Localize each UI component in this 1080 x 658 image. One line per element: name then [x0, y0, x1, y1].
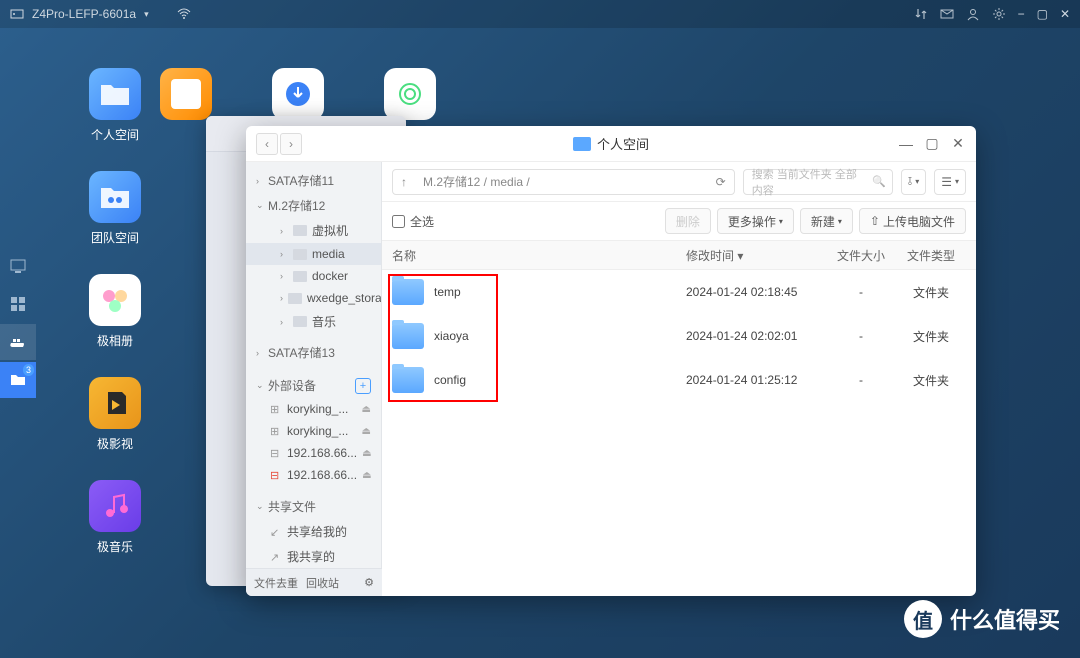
up-button[interactable]: ↑ — [401, 175, 415, 189]
sidebar-item-docker[interactable]: ›docker — [246, 265, 381, 287]
minimize-icon[interactable]: − — [1018, 7, 1025, 21]
watermark-icon: 值 — [904, 600, 942, 638]
topbar: Z4Pro-LEFP-6601a ▾ − ▢ ✕ — [0, 0, 1080, 28]
select-all-checkbox[interactable]: 全选 — [392, 213, 434, 230]
sidebar-item-vm[interactable]: ›虚拟机 — [246, 218, 381, 243]
nas-icon — [10, 7, 24, 21]
nav-forward-button[interactable]: › — [280, 133, 302, 155]
dock-item-apps[interactable] — [0, 286, 36, 322]
desktop-icon-team[interactable]: 团队空间 — [80, 171, 150, 246]
sidebar-sata13[interactable]: ›SATA存储13 — [246, 340, 381, 365]
col-date[interactable]: 修改时间 ▾ — [686, 247, 826, 264]
maximize-icon[interactable]: ▢ — [1037, 7, 1048, 21]
search-input[interactable]: 搜索 当前文件夹 全部内容 — [743, 169, 893, 195]
close-icon[interactable]: ✕ — [1060, 7, 1070, 21]
nav-back-button[interactable]: ‹ — [256, 133, 278, 155]
recycle-button[interactable]: 回收站 — [306, 575, 339, 591]
upload-button[interactable]: ⇧ 上传电脑文件 — [859, 208, 966, 234]
minimize-button[interactable]: — — [898, 136, 914, 152]
user-icon[interactable] — [966, 7, 980, 21]
sort-button[interactable]: ⫱▾ — [901, 169, 926, 195]
desktop-icon-photos[interactable]: 极相册 — [80, 274, 150, 349]
path-bar[interactable]: ↑ M.2存储12 / media / ⟳ — [392, 169, 735, 195]
fm-toolbar: ↑ M.2存储12 / media / ⟳ 搜索 当前文件夹 全部内容 ⫱▾ ☰… — [382, 162, 976, 202]
sidebar-sata11[interactable]: ›SATA存储11 — [246, 168, 381, 193]
sidebar-item-wxedge[interactable]: ›wxedge_storag — [246, 287, 381, 309]
file-row[interactable]: temp 2024-01-24 02:18:45 - 文件夹 — [382, 270, 976, 314]
sidebar-shared-by-me[interactable]: ↗我共享的 — [246, 544, 381, 568]
file-row[interactable]: config 2024-01-24 01:25:12 - 文件夹 — [382, 358, 976, 402]
folder-icon — [392, 367, 424, 393]
sidebar-external[interactable]: ⌄外部设备+ — [246, 373, 381, 398]
sidebar-footer: 文件去重 回收站 ⚙ — [246, 568, 382, 596]
dock-item-desktop[interactable] — [0, 248, 36, 284]
fm-sidebar: ›SATA存储11 ⌄M.2存储12 ›虚拟机 ›media ›docker ›… — [246, 162, 382, 568]
list-header: 名称 修改时间 ▾ 文件大小 文件类型 — [382, 240, 976, 270]
desktop-icon-video[interactable]: 极影视 — [80, 377, 150, 452]
folder-icon — [392, 323, 424, 349]
folder-icon — [573, 137, 591, 151]
col-type[interactable]: 文件类型 — [896, 247, 966, 264]
sidebar-m2-12[interactable]: ⌄M.2存储12 — [246, 193, 381, 218]
refresh-button[interactable]: ⟳ — [716, 175, 726, 189]
fm-titlebar: ‹ › 个人空间 — ▢ ✕ — [246, 126, 976, 162]
add-device-button[interactable]: + — [355, 378, 371, 394]
sidebar-ext-4[interactable]: ⊟192.168.66...⏏ — [246, 464, 381, 486]
more-actions-button[interactable]: 更多操作▾ — [717, 208, 794, 234]
app-icon-download[interactable] — [272, 68, 324, 120]
folder-icon — [392, 279, 424, 305]
sidebar-item-music[interactable]: ›音乐 — [246, 309, 381, 334]
file-list: temp 2024-01-24 02:18:45 - 文件夹 xiaoya 20… — [382, 270, 976, 596]
settings-gear-icon[interactable]: ⚙ — [364, 576, 374, 589]
view-mode-button[interactable]: ☰▾ — [934, 169, 966, 195]
transfer-icon[interactable] — [914, 7, 928, 21]
app-icon-1[interactable] — [160, 68, 212, 120]
desktop-icon-music[interactable]: 极音乐 — [80, 480, 150, 555]
dedup-button[interactable]: 文件去重 — [254, 575, 298, 591]
close-button[interactable]: ✕ — [950, 136, 966, 152]
delete-button[interactable]: 删除 — [665, 208, 711, 234]
dock-item-docker[interactable] — [0, 324, 36, 360]
dock-item-files[interactable]: 3 — [0, 362, 36, 398]
watermark: 值 什么值得买 — [904, 600, 1060, 638]
col-name[interactable]: 名称 — [392, 247, 686, 264]
sidebar-ext-3[interactable]: ⊟192.168.66...⏏ — [246, 442, 381, 464]
sidebar-ext-2[interactable]: ⊞koryking_...⏏ — [246, 420, 381, 442]
window-title: 个人空间 — [573, 134, 649, 153]
app-icon-3[interactable] — [384, 68, 436, 120]
desktop-icon-personal[interactable]: 个人空间 — [80, 68, 150, 143]
file-manager-window: ‹ › 个人空间 — ▢ ✕ ›SATA存储11 ⌄M.2存储12 ›虚拟机 ›… — [246, 126, 976, 596]
mail-icon[interactable] — [940, 7, 954, 21]
file-row[interactable]: xiaoya 2024-01-24 02:02:01 - 文件夹 — [382, 314, 976, 358]
sidebar-item-media[interactable]: ›media — [246, 243, 381, 265]
sidebar-ext-1[interactable]: ⊞koryking_...⏏ — [246, 398, 381, 420]
settings-icon[interactable] — [992, 7, 1006, 21]
new-button[interactable]: 新建▾ — [800, 208, 853, 234]
maximize-button[interactable]: ▢ — [924, 136, 940, 152]
sidebar-shared-to-me[interactable]: ↙共享给我的 — [246, 519, 381, 544]
breadcrumb[interactable]: M.2存储12 / media / — [423, 173, 530, 190]
wifi-icon — [177, 7, 191, 21]
fm-toolbar2: 全选 删除 更多操作▾ 新建▾ ⇧ 上传电脑文件 — [382, 202, 976, 240]
col-size[interactable]: 文件大小 — [826, 247, 896, 264]
hostname[interactable]: Z4Pro-LEFP-6601a — [32, 7, 136, 21]
sidebar-shared[interactable]: ⌄共享文件 — [246, 494, 381, 519]
